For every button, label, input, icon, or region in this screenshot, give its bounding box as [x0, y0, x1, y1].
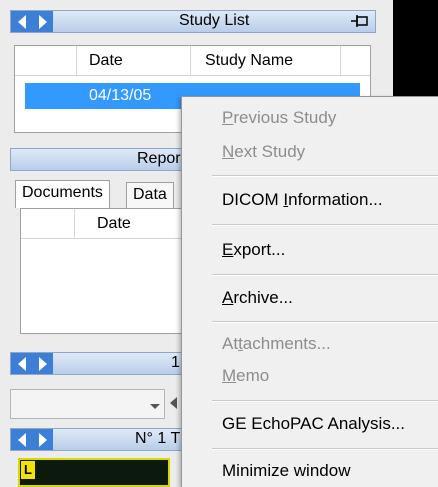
report-grid: Date [20, 208, 195, 334]
menu-item-memo[interactable]: Memo [222, 366, 269, 386]
study-list-column-header: Date Study Name [15, 46, 370, 76]
series-header: 1 [10, 352, 195, 375]
image-title: N° 1 T [135, 430, 181, 447]
series-title: 1 [171, 354, 180, 371]
row-indicator-column [15, 46, 77, 76]
study-date-cell: 04/13/05 [89, 87, 152, 104]
series-dropdown[interactable] [10, 389, 165, 419]
series-nav-buttons[interactable] [11, 353, 53, 374]
study-list-title: Study List [179, 12, 250, 29]
study-list-header: Study List [10, 10, 376, 33]
column-date[interactable]: Date [77, 46, 191, 76]
row-indicator-column [21, 209, 75, 239]
chevron-down-icon[interactable] [150, 404, 160, 409]
pin-icon[interactable] [351, 14, 369, 28]
report-title: Repor [137, 150, 181, 167]
next-arrow-icon[interactable] [38, 356, 47, 371]
previous-arrow-icon[interactable] [17, 356, 26, 371]
previous-arrow-icon[interactable] [17, 432, 26, 447]
context-menu: Previous Study Next Study DICOM Informat… [181, 96, 438, 487]
menu-item-export[interactable]: Export... [222, 240, 285, 260]
menu-separator [212, 175, 438, 177]
next-arrow-icon[interactable] [38, 432, 47, 447]
image-nav-buttons[interactable] [11, 429, 53, 450]
menu-separator [212, 274, 438, 276]
thumbnail-badge: L [21, 461, 35, 479]
image-thumbnail[interactable]: L [18, 458, 170, 487]
tab-data[interactable]: Data [126, 182, 174, 208]
column-date[interactable]: Date [75, 209, 194, 239]
menu-item-archive[interactable]: Archive... [222, 288, 293, 308]
previous-arrow-icon[interactable] [17, 14, 26, 29]
study-nav-buttons[interactable] [11, 11, 53, 32]
menu-item-previous-study[interactable]: Previous Study [222, 108, 336, 128]
menu-item-minimize-window[interactable]: Minimize window [222, 461, 350, 481]
menu-separator [212, 224, 438, 226]
image-header: N° 1 T [10, 428, 195, 451]
menu-item-ge-echopac-analysis[interactable]: GE EchoPAC Analysis... [222, 414, 405, 434]
tab-documents[interactable]: Documents [15, 180, 110, 208]
menu-item-dicom-information[interactable]: DICOM Information... [222, 190, 383, 210]
menu-separator [212, 400, 438, 402]
menu-item-attachments[interactable]: Attachments... [222, 334, 331, 354]
menu-item-next-study[interactable]: Next Study [222, 142, 305, 162]
report-header: Repor [10, 148, 195, 171]
scroll-left-icon[interactable] [170, 397, 177, 409]
column-study-name[interactable]: Study Name [191, 46, 341, 76]
menu-separator [212, 448, 438, 450]
menu-separator [212, 321, 438, 323]
next-arrow-icon[interactable] [38, 14, 47, 29]
report-column-header: Date [21, 209, 194, 239]
